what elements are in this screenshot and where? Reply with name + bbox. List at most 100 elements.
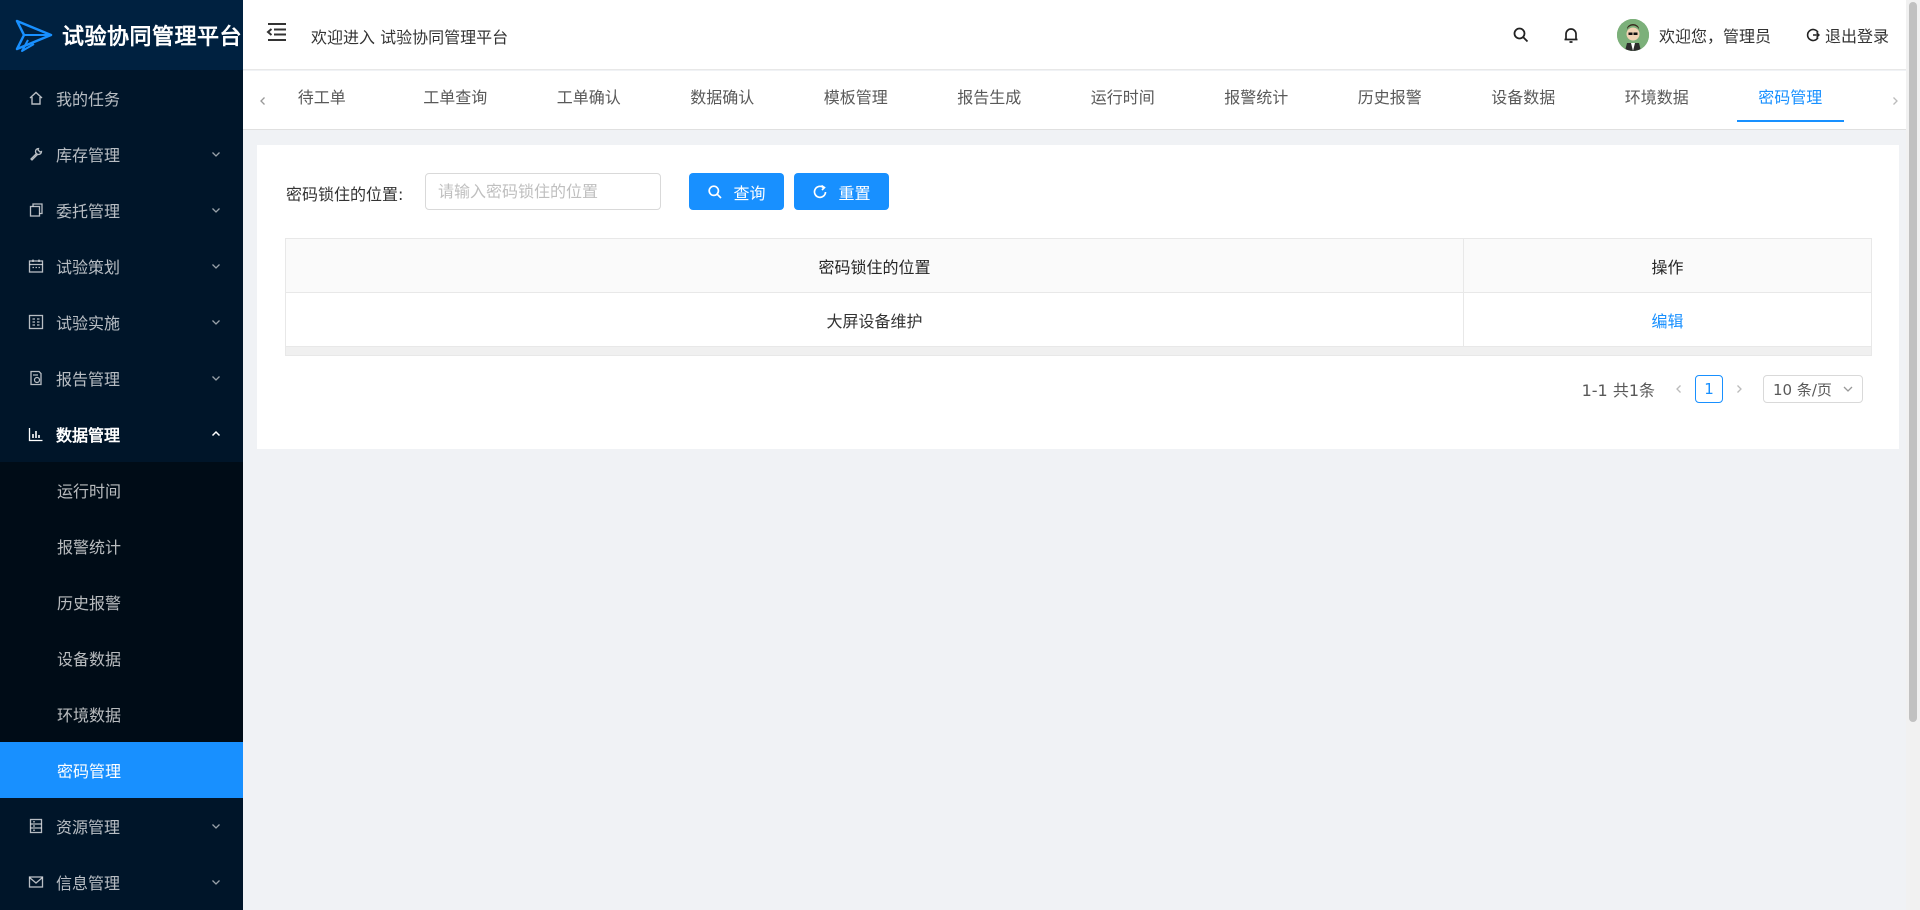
sidebar-item-commission[interactable]: 委托管理 xyxy=(0,182,243,238)
table-footer xyxy=(286,347,1871,355)
calendar-icon xyxy=(28,258,44,274)
tab-report-generation[interactable]: 报告生成 xyxy=(923,71,1057,129)
sidebar-item-label: 试验策划 xyxy=(56,258,121,277)
next-page-button[interactable] xyxy=(1727,375,1751,403)
avatar[interactable] xyxy=(1616,19,1649,51)
header-actions: 欢迎您，管理员 退出登录 xyxy=(1511,0,1889,70)
tab-password-management[interactable]: 密码管理 xyxy=(1724,71,1858,129)
chevron-right-icon xyxy=(1737,385,1742,393)
chevron-left-icon xyxy=(1676,385,1681,393)
welcome-text: 欢迎进入 试验协同管理平台 xyxy=(311,28,509,47)
tab-environment-data[interactable]: 环境数据 xyxy=(1590,71,1724,129)
chevron-down-icon xyxy=(1843,386,1853,392)
sidebar-item-label: 试验实施 xyxy=(56,314,121,333)
paper-plane-logo-icon xyxy=(15,19,53,52)
sidebar-item-resource-management[interactable]: 资源管理 xyxy=(0,798,243,854)
sidebar-item-label: 我的任务 xyxy=(56,90,121,109)
chevron-right-icon xyxy=(1893,96,1898,105)
tab-bar: 待工单 工单查询 工单确认 数据确认 模板管理 报告生成 运行时间 报警统计 历… xyxy=(243,71,1915,130)
tab-alarm-history[interactable]: 历史报警 xyxy=(1323,71,1457,129)
cell-action: 编辑 xyxy=(1464,293,1871,346)
query-button[interactable]: 查询 xyxy=(689,173,784,210)
report-icon xyxy=(28,370,44,386)
tab-device-data[interactable]: 设备数据 xyxy=(1457,71,1591,129)
app-title: 试验协同管理平台 xyxy=(62,25,243,50)
data-table: 密码锁住的位置 操作 大屏设备维护 编辑 xyxy=(285,238,1872,356)
sidebar-subitem-environment-data[interactable]: 环境数据 xyxy=(0,686,243,742)
copy-icon xyxy=(28,202,44,218)
sidebar-item-test-execution[interactable]: 试验实施 xyxy=(0,294,243,350)
search-label: 密码锁住的位置: xyxy=(286,185,404,204)
sidebar-subitem-alarm-history[interactable]: 历史报警 xyxy=(0,574,243,630)
reset-button[interactable]: 重置 xyxy=(794,173,889,210)
column-header-location: 密码锁住的位置 xyxy=(286,239,1464,292)
chevron-down-icon xyxy=(211,821,221,831)
tab-list: 待工单 工单查询 工单确认 数据确认 模板管理 报告生成 运行时间 报警统计 历… xyxy=(283,71,1858,129)
sidebar-item-report-management[interactable]: 报告管理 xyxy=(0,350,243,406)
table-header-row: 密码锁住的位置 操作 xyxy=(286,239,1871,293)
table-row: 大屏设备维护 编辑 xyxy=(286,293,1871,347)
chevron-left-icon xyxy=(260,96,265,105)
tab-order-query[interactable]: 工单查询 xyxy=(389,71,523,129)
tab-data-confirm[interactable]: 数据确认 xyxy=(656,71,790,129)
sidebar-item-information-management[interactable]: 信息管理 xyxy=(0,854,243,910)
tab-alarm-statistics[interactable]: 报警统计 xyxy=(1190,71,1324,129)
tab-order-confirm[interactable]: 工单确认 xyxy=(522,71,656,129)
content-card: 密码锁住的位置: 查询 重置 密码锁住的位置 操作 大屏设备维护 编辑 1-1 … xyxy=(257,145,1899,449)
chevron-down-icon xyxy=(211,317,221,327)
tab-scroll-left-button[interactable] xyxy=(243,71,283,129)
sidebar-item-my-tasks[interactable]: 我的任务 xyxy=(0,70,243,126)
tab-runtime[interactable]: 运行时间 xyxy=(1056,71,1190,129)
sidebar-item-inventory[interactable]: 库存管理 xyxy=(0,126,243,182)
tab-track: 待工单 工单查询 工单确认 数据确认 模板管理 报告生成 运行时间 报警统计 历… xyxy=(283,71,1875,129)
pagination-total: 1-1 共1条 xyxy=(1581,381,1655,400)
sidebar-item-data-management[interactable]: 数据管理 xyxy=(0,406,243,462)
page-size-value: 10 条/页 xyxy=(1773,380,1832,399)
sidebar-item-label: 库存管理 xyxy=(56,146,121,165)
scrollbar-thumb[interactable] xyxy=(1909,2,1917,722)
bar-chart-icon xyxy=(28,426,44,442)
edit-link[interactable]: 编辑 xyxy=(1651,308,1683,332)
search-icon xyxy=(708,184,723,199)
app-logo[interactable]: 试验协同管理平台 xyxy=(0,0,243,70)
cell-location: 大屏设备维护 xyxy=(286,293,1464,346)
top-header: 欢迎进入 试验协同管理平台 欢迎您，管理员 退出登录 xyxy=(243,0,1915,70)
chevron-up-icon xyxy=(211,429,221,439)
bell-icon[interactable] xyxy=(1561,25,1581,45)
search-icon[interactable] xyxy=(1511,25,1531,45)
sidebar-item-label: 资源管理 xyxy=(56,818,121,837)
query-button-label: 查询 xyxy=(733,183,766,203)
sidebar-item-label: 委托管理 xyxy=(56,202,121,221)
logout-label: 退出登录 xyxy=(1824,27,1889,46)
reload-icon xyxy=(814,184,827,198)
page-number-button[interactable]: 1 xyxy=(1695,375,1723,403)
sidebar-item-label: 数据管理 xyxy=(56,426,121,445)
sidebar-item-label: 报告管理 xyxy=(56,370,121,389)
user-greeting: 欢迎您，管理员 xyxy=(1658,27,1771,46)
chevron-down-icon xyxy=(211,205,221,215)
logout-button[interactable]: 退出登录 xyxy=(1805,23,1889,47)
tab-pending-orders[interactable]: 待工单 xyxy=(283,71,389,129)
sidebar-subitem-password-management[interactable]: 密码管理 xyxy=(0,742,243,798)
chevron-down-icon xyxy=(211,261,221,271)
logout-icon xyxy=(1806,28,1820,42)
home-icon xyxy=(28,90,44,106)
sidebar-subitem-device-data[interactable]: 设备数据 xyxy=(0,630,243,686)
chevron-down-icon xyxy=(211,373,221,383)
column-header-action: 操作 xyxy=(1651,257,1684,277)
reset-button-label: 重置 xyxy=(838,183,871,203)
page-scrollbar[interactable] xyxy=(1906,0,1920,910)
sidebar-subitem-runtime[interactable]: 运行时间 xyxy=(0,462,243,518)
search-input[interactable] xyxy=(425,173,661,210)
mail-icon xyxy=(28,874,44,890)
sidebar-item-test-planning[interactable]: 试验策划 xyxy=(0,238,243,294)
tab-template-management[interactable]: 模板管理 xyxy=(789,71,923,129)
sidebar: 试验协同管理平台 我的任务 库存管理 委托管理 试验策划 试验实施 报告管理 数… xyxy=(0,0,243,910)
sidebar-subitem-alarm-statistics[interactable]: 报警统计 xyxy=(0,518,243,574)
wrench-icon xyxy=(28,146,44,162)
grid-icon xyxy=(28,314,44,330)
menu-fold-icon[interactable] xyxy=(265,20,289,44)
page-size-select[interactable]: 10 条/页 xyxy=(1763,375,1863,403)
sidebar-item-label: 信息管理 xyxy=(56,874,121,893)
prev-page-button[interactable] xyxy=(1667,375,1691,403)
